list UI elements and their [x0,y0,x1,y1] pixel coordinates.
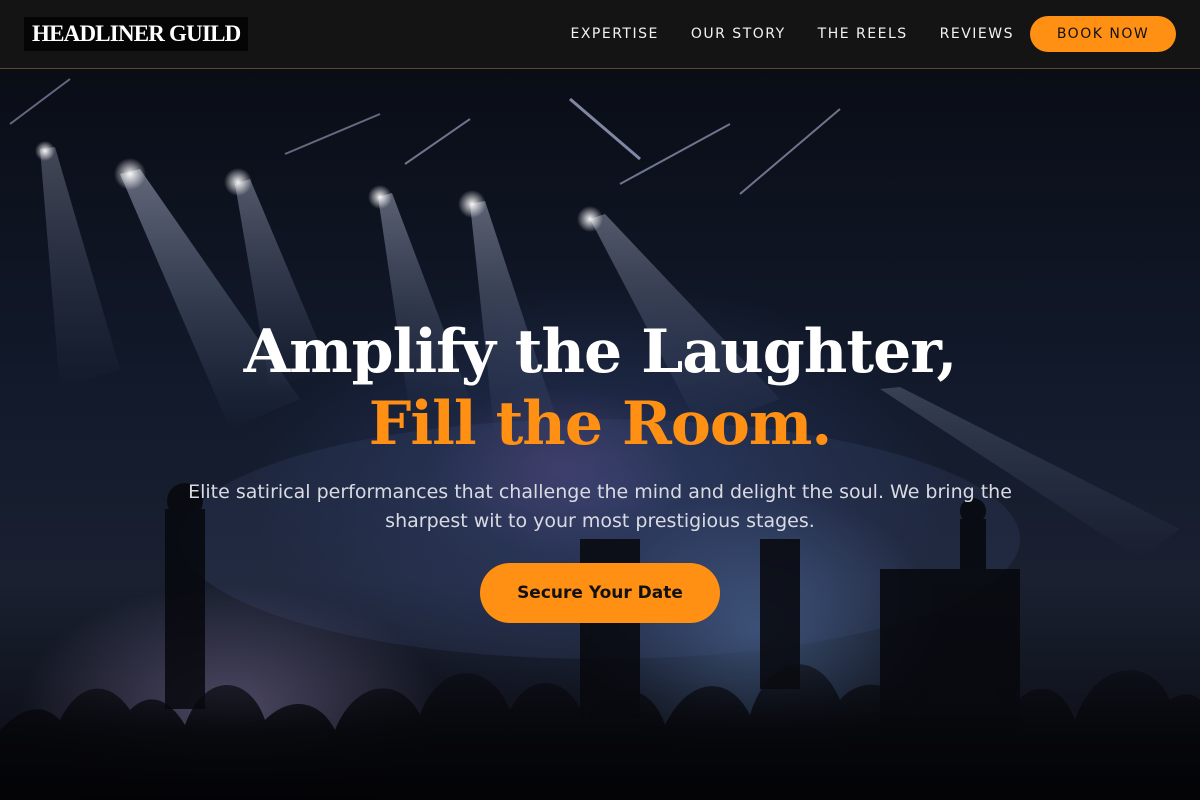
site-header: HEADLINER GUILD EXPERTISE OUR STORY THE … [0,0,1200,69]
secure-your-date-button[interactable]: Secure Your Date [480,563,720,623]
headline-line-1: Amplify the Laughter, [243,317,958,387]
nav-link-expertise[interactable]: EXPERTISE [571,26,659,42]
main-nav: EXPERTISE OUR STORY THE REELS REVIEWS [571,0,1015,68]
hero-headline: Amplify the Laughter, Fill the Room. [0,316,1200,460]
nav-link-reviews[interactable]: REVIEWS [940,26,1014,42]
headline-line-2: Fill the Room. [368,389,833,459]
hero-content: Amplify the Laughter, Fill the Room. Eli… [0,316,1200,536]
nav-link-our-story[interactable]: OUR STORY [691,26,786,42]
nav-link-the-reels[interactable]: THE REELS [818,26,908,42]
hero-subtext: Elite satirical performances that challe… [188,481,1012,532]
book-now-button[interactable]: BOOK NOW [1030,16,1176,52]
brand-logo[interactable]: HEADLINER GUILD [24,17,249,51]
